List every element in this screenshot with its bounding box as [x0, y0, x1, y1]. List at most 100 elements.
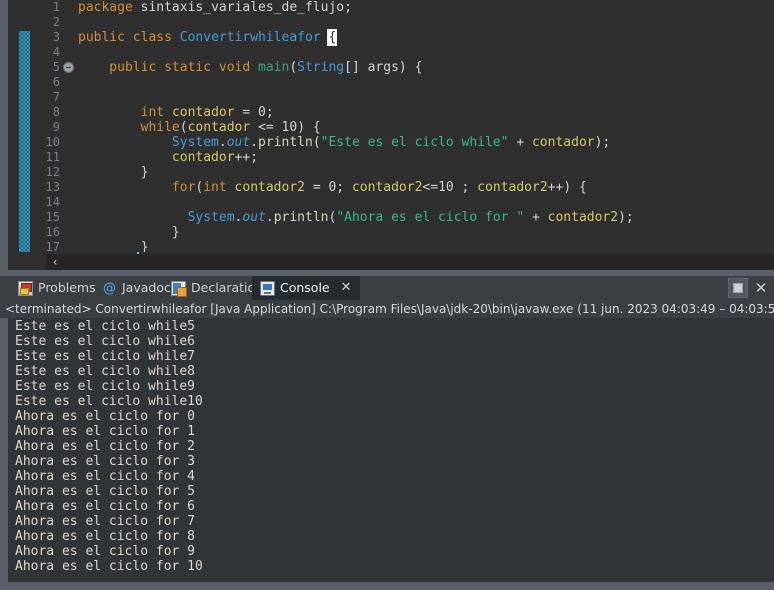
console-output-line: Ahora es el ciclo for 6: [15, 499, 196, 514]
console-output-line: Ahora es el ciclo for 4: [15, 469, 196, 484]
code-line-text: int contador = 0;: [78, 105, 274, 120]
console-output-line: Ahora es el ciclo for 0: [15, 409, 196, 424]
code-token: contador2: [547, 210, 619, 225]
code-token: (: [289, 60, 298, 75]
code-line: 17 }: [34, 240, 774, 252]
editor-horizontal-scrollbar[interactable]: ‹: [34, 254, 774, 270]
line-number: 15: [45, 210, 60, 224]
console-body: Este es el ciclo while5 Este es el ciclo …: [0, 318, 774, 590]
line-number: 17: [45, 240, 60, 252]
code-token: System: [187, 210, 235, 225]
code-line: 8 int contador = 0;: [34, 105, 774, 120]
launch-status-line: <terminated> Convertirwhileafor [Java Ap…: [0, 300, 774, 318]
code-line-text: System.out.println("Ahora es el ciclo fo…: [78, 210, 634, 225]
code-token: System: [171, 135, 219, 150]
line-number: 5: [52, 60, 60, 74]
console-output-line: Este es el ciclo while10: [15, 394, 203, 409]
code-line: 3 public class Convertirwhileafor {: [34, 29, 774, 46]
code-line: 11 contador++;: [34, 150, 774, 165]
code-line-text: for(int contador2 = 0; contador2<=10 ; c…: [78, 180, 587, 195]
console-view: Problems @ Javadoc Declaration Console ✕ ✕ <t…: [0, 276, 774, 590]
code-token: "Ahora es el ciclo for ": [336, 210, 525, 225]
close-view-button[interactable]: ✕: [750, 278, 772, 298]
code-token: }: [78, 165, 149, 180]
code-line-text: System.out.println("Este es el ciclo whi…: [78, 135, 610, 150]
code-token: println: [273, 210, 329, 225]
code-token: }: [78, 225, 180, 240]
scrollbar-gap: [34, 254, 46, 270]
code-editor[interactable]: 1 package sintaxis_variales_de_flujo; 2 3 pu…: [0, 0, 774, 270]
code-line: 4: [34, 45, 774, 60]
code-token: main: [258, 60, 290, 75]
code-line: 7: [34, 90, 774, 105]
problems-icon: [18, 280, 33, 296]
code-token: contador: [171, 105, 235, 120]
code-token: {: [327, 29, 338, 46]
code-token: <=: [422, 180, 439, 195]
code-fold-collapse-icon[interactable]: [63, 62, 74, 73]
code-token: =: [305, 180, 329, 195]
code-token: );: [618, 210, 634, 225]
code-line: 15 System.out.println("Ahora es el ciclo…: [34, 210, 774, 225]
editor-gutter-bottom-fill: [8, 252, 34, 270]
console-output-line: Este es el ciclo while8: [15, 364, 196, 379]
scroll-left-arrow-icon[interactable]: ‹: [46, 254, 64, 270]
code-token: println: [258, 135, 313, 150]
code-token: for: [171, 180, 196, 195]
line-number: 6: [52, 75, 60, 89]
console-output-line: Ahora es el ciclo for 10: [15, 559, 203, 574]
code-token: public: [78, 30, 133, 45]
code-token: .: [250, 135, 259, 150]
code-token: contador2: [477, 180, 548, 195]
line-number: 11: [45, 150, 60, 164]
tab-close-icon[interactable]: ✕: [341, 276, 352, 300]
code-token: 0;: [258, 105, 274, 120]
console-output-line: Este es el ciclo while5: [15, 319, 196, 334]
code-token: [] args) {: [344, 60, 423, 75]
code-token: 10: [438, 180, 454, 195]
console-output-line: Ahora es el ciclo for 8: [15, 529, 196, 544]
maximize-view-button[interactable]: [728, 278, 748, 298]
code-token: class: [132, 30, 180, 45]
code-line-text: public static void main(String[] args) {: [78, 60, 422, 75]
code-token: while: [140, 120, 180, 135]
tab-label: Problems: [38, 280, 96, 295]
code-token: (: [179, 120, 188, 135]
tab-console[interactable]: Console ✕: [252, 276, 360, 300]
code-token: +: [508, 135, 532, 150]
code-token: ++;: [234, 150, 259, 165]
view-tab-bar: Problems @ Javadoc Declaration Console ✕: [0, 276, 774, 300]
console-output[interactable]: Este es el ciclo while5 Este es el ciclo …: [8, 318, 774, 590]
line-number: 14: [45, 195, 60, 209]
code-text-area[interactable]: 1 package sintaxis_variales_de_flujo; 2 3 pu…: [34, 0, 774, 252]
tab-problems[interactable]: Problems: [10, 276, 104, 300]
code-line: 2: [34, 15, 774, 30]
code-token: sintaxis_variales_de_flujo;: [140, 0, 352, 15]
line-number: 12: [45, 165, 60, 179]
console-output-line: Este es el ciclo while6: [15, 334, 196, 349]
console-bottom-strip: [0, 582, 774, 590]
code-line-text: }: [78, 240, 149, 252]
code-token: package: [78, 0, 141, 15]
code-token: contador: [171, 150, 235, 165]
maximize-icon: [733, 283, 743, 293]
code-token: .: [218, 135, 227, 150]
eclipse-ide-window: 1 package sintaxis_variales_de_flujo; 2 3 pu…: [0, 0, 774, 590]
code-line: 12 }: [34, 165, 774, 180]
line-number: 10: [45, 135, 60, 149]
code-token: }: [78, 240, 149, 252]
console-output-line: Ahora es el ciclo for 1: [15, 424, 196, 439]
code-token: 0;: [328, 180, 352, 195]
code-token: =: [234, 105, 259, 120]
code-token: ++) {: [547, 180, 587, 195]
editor-gutter[interactable]: [8, 0, 34, 270]
code-token: out: [242, 210, 266, 225]
line-number: 9: [52, 120, 60, 134]
code-token: ) {: [297, 120, 321, 135]
code-token: contador: [187, 120, 251, 135]
view-toolbar: ✕: [728, 276, 772, 300]
code-line: 6: [34, 75, 774, 90]
